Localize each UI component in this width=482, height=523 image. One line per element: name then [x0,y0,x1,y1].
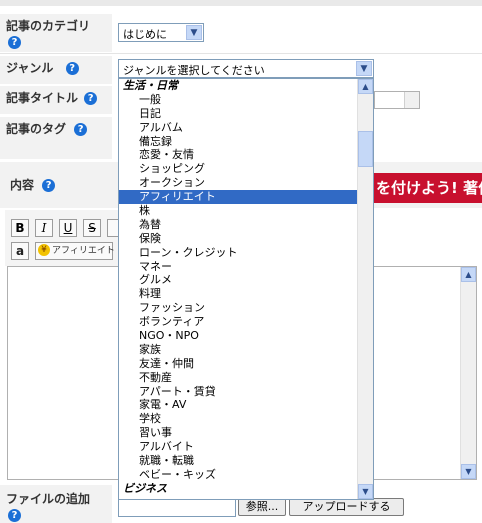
genre-option[interactable]: 学校 [119,412,357,426]
upload-button[interactable]: アップロードする [289,498,404,516]
genre-option[interactable]: 家族 [119,343,357,357]
genre-list-scrollbar[interactable]: ▲ ▼ [357,79,373,499]
genre-options: 生活・日常 一般 日記 アルバム 備忘録 恋愛・友情 ショッピング オークション アフィリエイト… [119,79,357,496]
tags-label-text: 記事のタグ [6,122,67,136]
genre-option[interactable]: 料理 [119,287,357,301]
genre-option[interactable]: アルバイト [119,440,357,454]
genre-option[interactable]: ファッション [119,301,357,315]
help-icon[interactable]: ? [84,92,98,105]
genre-option[interactable]: 株 [119,204,357,218]
help-icon[interactable]: ? [74,123,88,136]
genre-select-value: ジャンルを選択してください [123,64,265,77]
genre-option[interactable]: 家電・AV [119,398,357,412]
affiliate-button[interactable]: ¥ アフィリエイト [35,242,115,260]
file-path-input[interactable] [118,499,236,517]
genre-option[interactable]: 恋愛・友情 [119,148,357,162]
scroll-up-icon[interactable]: ▲ [461,267,476,282]
editor-scrollbar[interactable]: ▲ ▼ [460,267,476,479]
copyright-banner[interactable]: を付けよう! 著作 [372,173,482,203]
help-icon[interactable]: ? [42,179,56,192]
genre-select[interactable]: ジャンルを選択してください ▼ [118,59,374,78]
genre-option[interactable]: マネー [119,260,357,274]
scroll-thumb[interactable] [358,131,373,167]
genre-option[interactable]: NGO・NPO [119,329,357,343]
genre-option[interactable]: ベビー・キッズ [119,468,357,482]
browse-button[interactable]: 参照... [238,498,286,516]
file-label: ファイルの追加 ? [0,485,112,523]
scroll-down-icon[interactable]: ▼ [461,464,476,479]
genre-option[interactable]: 一般 [119,93,357,107]
category-select-value: はじめに [123,28,167,41]
genre-option[interactable]: アパート・賃貸 [119,385,357,399]
genre-option[interactable]: 不動産 [119,371,357,385]
genre-option[interactable]: 就職・転職 [119,454,357,468]
top-border [0,0,482,6]
copyright-banner-text: を付けよう! 著作 [376,179,482,197]
file-label-text: ファイルの追加 [6,492,91,506]
help-icon[interactable]: ? [65,62,79,75]
category-label-text: 記事のカテゴリ [6,19,91,33]
toolbar-button-partial[interactable] [107,219,118,237]
help-icon[interactable]: ? [8,36,21,49]
genre-option[interactable]: ショッピング [119,162,357,176]
genre-group-header: ビジネス [123,481,167,495]
scroll-up-icon[interactable]: ▲ [358,79,373,94]
genre-option[interactable]: 友達・仲間 [119,357,357,371]
help-icon[interactable]: ? [8,509,21,522]
genre-option[interactable]: ローン・クレジット [119,246,357,260]
content-label-text: 内容 [10,178,35,192]
genre-dropdown-list[interactable]: 生活・日常 一般 日記 アルバム 備忘録 恋愛・友情 ショッピング オークション アフィリエイト… [118,78,374,500]
row-divider [0,53,482,54]
scroll-down-icon[interactable]: ▼ [358,484,373,499]
genre-option[interactable]: アルバム [119,121,357,135]
strikethrough-button[interactable]: S [83,219,101,237]
title-label-text: 記事タイトル [6,91,79,105]
genre-option[interactable]: ボランティア [119,315,357,329]
genre-option[interactable]: 保険 [119,232,357,246]
category-label: 記事のカテゴリ ? [0,14,112,52]
amazon-button[interactable]: a [11,242,29,260]
genre-label: ジャンル ? [0,56,112,84]
amazon-icon: a [15,244,25,258]
genre-group-header: 生活・日常 [123,79,178,92]
title-input-visible-part[interactable] [374,91,420,109]
affiliate-button-label: アフィリエイト [52,246,115,256]
title-input-scrollbar[interactable] [404,92,419,108]
underline-button[interactable]: U [59,219,77,237]
genre-option[interactable]: 為替 [119,218,357,232]
genre-label-text: ジャンル [6,61,54,75]
genre-option[interactable]: アフィリエイト [119,190,357,205]
genre-option[interactable]: オークション [119,176,357,190]
genre-option[interactable]: 備忘録 [119,135,357,149]
genre-option[interactable]: 習い事 [119,426,357,440]
category-select[interactable]: はじめに ▼ [118,23,204,42]
chevron-down-icon[interactable]: ▼ [186,25,202,40]
yen-coin-icon: ¥ [38,244,50,256]
genre-option[interactable]: グルメ [119,273,357,287]
chevron-down-icon[interactable]: ▼ [356,61,372,76]
bold-button[interactable]: B [11,219,29,237]
tags-label: 記事のタグ ? [0,117,112,159]
genre-option[interactable]: 日記 [119,107,357,121]
italic-button[interactable]: I [35,219,53,237]
title-label: 記事タイトル ? [0,86,112,114]
content-label: 内容 ? [0,162,112,208]
